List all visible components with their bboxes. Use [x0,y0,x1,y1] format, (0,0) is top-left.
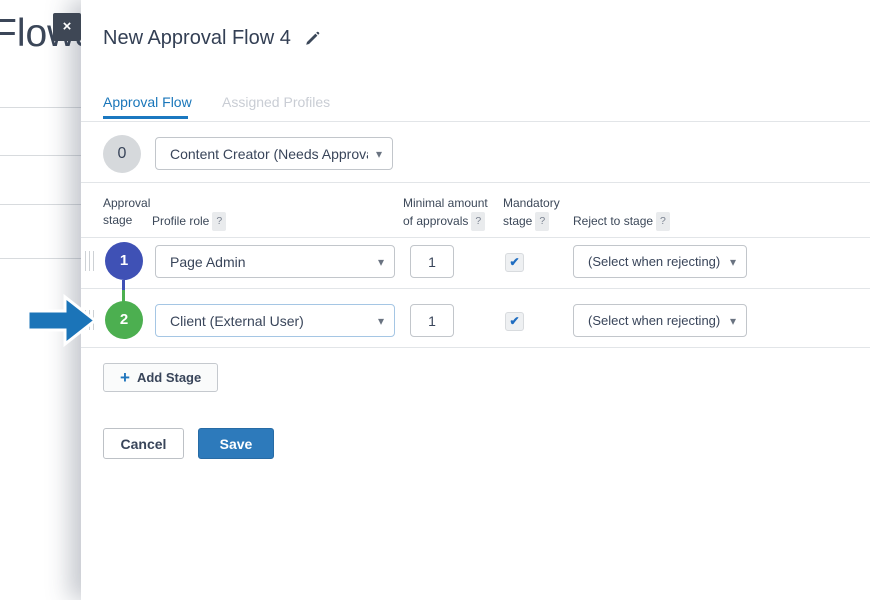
profile-role-select[interactable]: Client (External User) ▾ [155,304,395,337]
divider [81,182,870,183]
help-icon[interactable]: ? [471,212,485,231]
annotation-arrow-icon [26,292,98,349]
check-icon: ✔ [509,255,519,269]
chevron-down-icon: ▾ [730,314,736,328]
chevron-down-icon: ▾ [378,314,384,328]
save-button[interactable]: Save [198,428,274,459]
chevron-down-icon: ▾ [376,147,382,161]
stage-zero-badge: 0 [103,135,141,173]
background-row-divider [0,155,81,156]
divider [81,121,870,122]
mandatory-checkbox[interactable]: ✔ [505,312,524,331]
chevron-down-icon: ▾ [378,255,384,269]
reject-to-stage-value: (Select when rejecting) [588,254,722,269]
edit-icon[interactable] [304,31,320,47]
divider [81,347,870,348]
background-row-divider [0,107,81,108]
chevron-down-icon: ▾ [730,255,736,269]
reject-to-stage-select[interactable]: (Select when rejecting) ▾ [573,245,747,278]
column-header-mandatory-stage: Mandatory stage? [503,195,560,231]
mandatory-checkbox[interactable]: ✔ [505,253,524,272]
plus-icon: + [120,369,130,386]
check-icon: ✔ [509,314,519,328]
active-tab-underline [103,116,188,119]
column-header-minimal-approvals: Minimal amount of approvals? [403,195,488,231]
add-stage-label: Add Stage [137,370,201,385]
stage-number-badge: 1 [105,242,143,280]
min-approvals-input[interactable] [410,245,454,278]
tab-approval-flow[interactable]: Approval Flow [103,94,192,110]
profile-role-select[interactable]: Page Admin ▾ [155,245,395,278]
modal-title: New Approval Flow 4 [103,27,291,50]
help-icon[interactable]: ? [212,212,226,231]
stage-number-badge: 2 [105,301,143,339]
help-icon[interactable]: ? [535,212,549,231]
close-icon: × [63,18,72,35]
background-row-divider [0,204,81,205]
drag-handle-icon[interactable] [85,251,94,271]
stage-zero-role-select[interactable]: Content Creator (Needs Approval) ▾ [155,137,393,170]
background-row-divider [0,258,81,259]
profile-role-value: Page Admin [170,254,370,270]
stage-connector-line [122,280,125,302]
close-button[interactable]: × [53,13,81,41]
stage-zero-role-value: Content Creator (Needs Approval) [170,146,368,162]
add-stage-button[interactable]: + Add Stage [103,363,218,392]
cancel-button[interactable]: Cancel [103,428,184,459]
divider [81,237,870,238]
min-approvals-input[interactable] [410,304,454,337]
column-header-reject-to-stage: Reject to stage? [573,212,670,231]
reject-to-stage-value: (Select when rejecting) [588,313,722,328]
column-header-profile-role: Profile role? [152,212,226,231]
help-icon[interactable]: ? [656,212,670,231]
divider [81,288,870,289]
tab-assigned-profiles[interactable]: Assigned Profiles [222,94,330,110]
reject-to-stage-select[interactable]: (Select when rejecting) ▾ [573,304,747,337]
approval-flow-modal: New Approval Flow 4 Approval Flow Assign… [81,0,870,600]
column-header-approval-stage: Approval stage [103,195,150,229]
profile-role-value: Client (External User) [170,313,370,329]
